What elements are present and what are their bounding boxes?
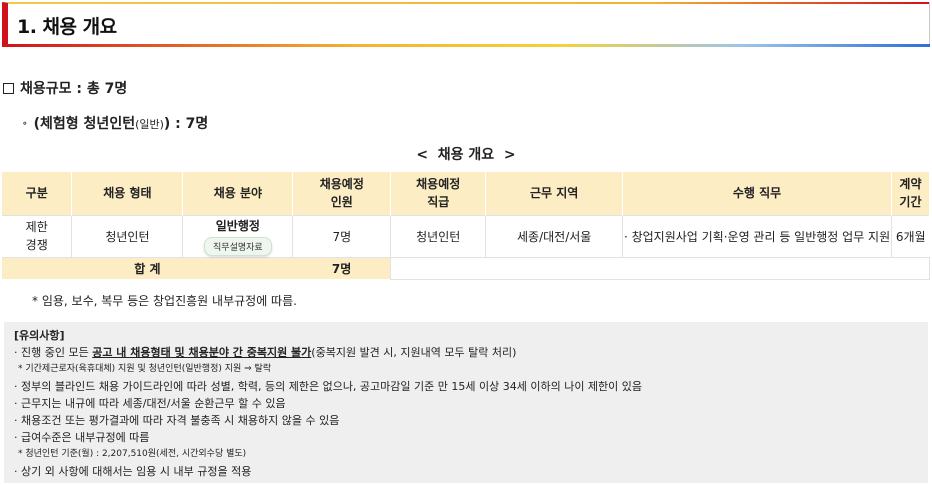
- caution-title: [유의사항]: [14, 329, 65, 342]
- header-field: 채용 분야: [182, 172, 294, 215]
- cell-type: 청년인턴: [71, 214, 183, 258]
- section-title-box: 1. 채용 개요: [2, 2, 930, 47]
- total-count: 7명: [292, 257, 391, 279]
- caution-line-1-underline: 공고 내 채용형태 및 채용분야 간 중복지원 불가: [92, 346, 312, 359]
- cell-grade: 청년인턴: [390, 214, 486, 258]
- caution-line-5: · 채용조건 또는 평가결과에 따라 자격 불충족 시 채용하지 않을 수 있음: [14, 414, 340, 427]
- total-row: 합 계 7명: [2, 256, 930, 280]
- cell-duty: · 창업지원사업 기획·운영 관리 등 일반행정 업무 지원: [622, 214, 892, 258]
- caution-line-1: · 진행 중인 모든 공고 내 채용형태 및 채용분야 간 중복지원 불가(중복…: [14, 344, 918, 361]
- header-region: 근무 지역: [485, 172, 624, 215]
- intern-prefix: (체험형 청년인턴: [33, 116, 136, 132]
- cell-period: 6개월: [890, 214, 930, 258]
- cell-category: 제한 경쟁: [2, 214, 72, 258]
- header-duty: 수행 직무: [622, 172, 892, 215]
- header-grade: 채용예정 직급: [390, 172, 487, 215]
- field-name: 일반행정: [215, 218, 260, 233]
- page-title: 1. 채용 개요: [17, 16, 117, 38]
- caution-line-3: · 정부의 블라인드 채용 가이드라인에 따라 성별, 학력, 등의 제한은 없…: [14, 380, 643, 393]
- hiring-scale: 채용규모 : 총 7명: [3, 78, 127, 98]
- header-category: 구분: [2, 172, 73, 215]
- hiring-overview-table: 구분 채용 형태 채용 분야 채용예정 인원 채용예정 직급 근무 지역 수행 …: [2, 172, 931, 280]
- square-bullet-icon: [3, 82, 14, 94]
- caution-line-8: · 상기 외 사항에 대해서는 임용 시 내부 규정을 적용: [14, 465, 252, 478]
- cell-field: 일반행정 직무설명자료: [182, 214, 293, 258]
- total-empty: [390, 256, 930, 280]
- regulation-note: * 임용, 보수, 복무 등은 창업진흥원 내부규정에 따름.: [32, 294, 297, 308]
- intern-count: ∘ (체험형 청년인턴 (일반)) : 7명: [22, 113, 208, 133]
- caution-line-1-post: (중복지원 발견 시, 지원내역 모두 탈락 처리): [311, 346, 517, 359]
- header-period: 계약 기간: [891, 172, 931, 215]
- header-type: 채용 형태: [71, 172, 184, 215]
- caution-line-4: · 근무지는 내규에 따라 세종/대전/서울 순환근무 할 수 있음: [14, 397, 286, 410]
- table-caption: < 채용 개요 >: [416, 147, 516, 163]
- table-header-row: 구분 채용 형태 채용 분야 채용예정 인원 채용예정 직급 근무 지역 수행 …: [2, 172, 931, 215]
- cell-region: 세종/대전/서울: [485, 214, 623, 258]
- cell-count: 7명: [292, 214, 391, 258]
- total-label: 합 계: [2, 257, 293, 279]
- job-description-button[interactable]: 직무설명자료: [204, 236, 272, 256]
- title-gradient-bar: [2, 44, 930, 47]
- circle-bullet-icon: ∘: [22, 119, 28, 129]
- hiring-scale-label: 채용규모 : 총 7명: [20, 81, 128, 97]
- caution-box: [유의사항] · 진행 중인 모든 공고 내 채용형태 및 채용분야 간 중복지…: [4, 322, 928, 483]
- intern-general: (일반): [135, 118, 164, 131]
- caution-line-2: * 기간제근로자(육휴대체) 지원 및 청년인턴(일반행정) 지원 ⇒ 탈락: [18, 364, 272, 374]
- caution-line-1-pre: · 진행 중인 모든: [14, 346, 93, 359]
- caution-line-7: * 청년인턴 기준(월) : 2,207,510원(세전, 시간외수당 별도): [18, 449, 247, 459]
- table-row: 제한 경쟁 청년인턴 일반행정 직무설명자료 7명 청년인턴 세종/대전/서울 …: [2, 214, 930, 258]
- caution-line-6: · 급여수준은 내부규정에 따름: [14, 431, 150, 444]
- title-top-stripe: [8, 2, 929, 4]
- intern-suffix: ) : 7명: [163, 116, 209, 132]
- header-count: 채용예정 인원: [292, 172, 392, 215]
